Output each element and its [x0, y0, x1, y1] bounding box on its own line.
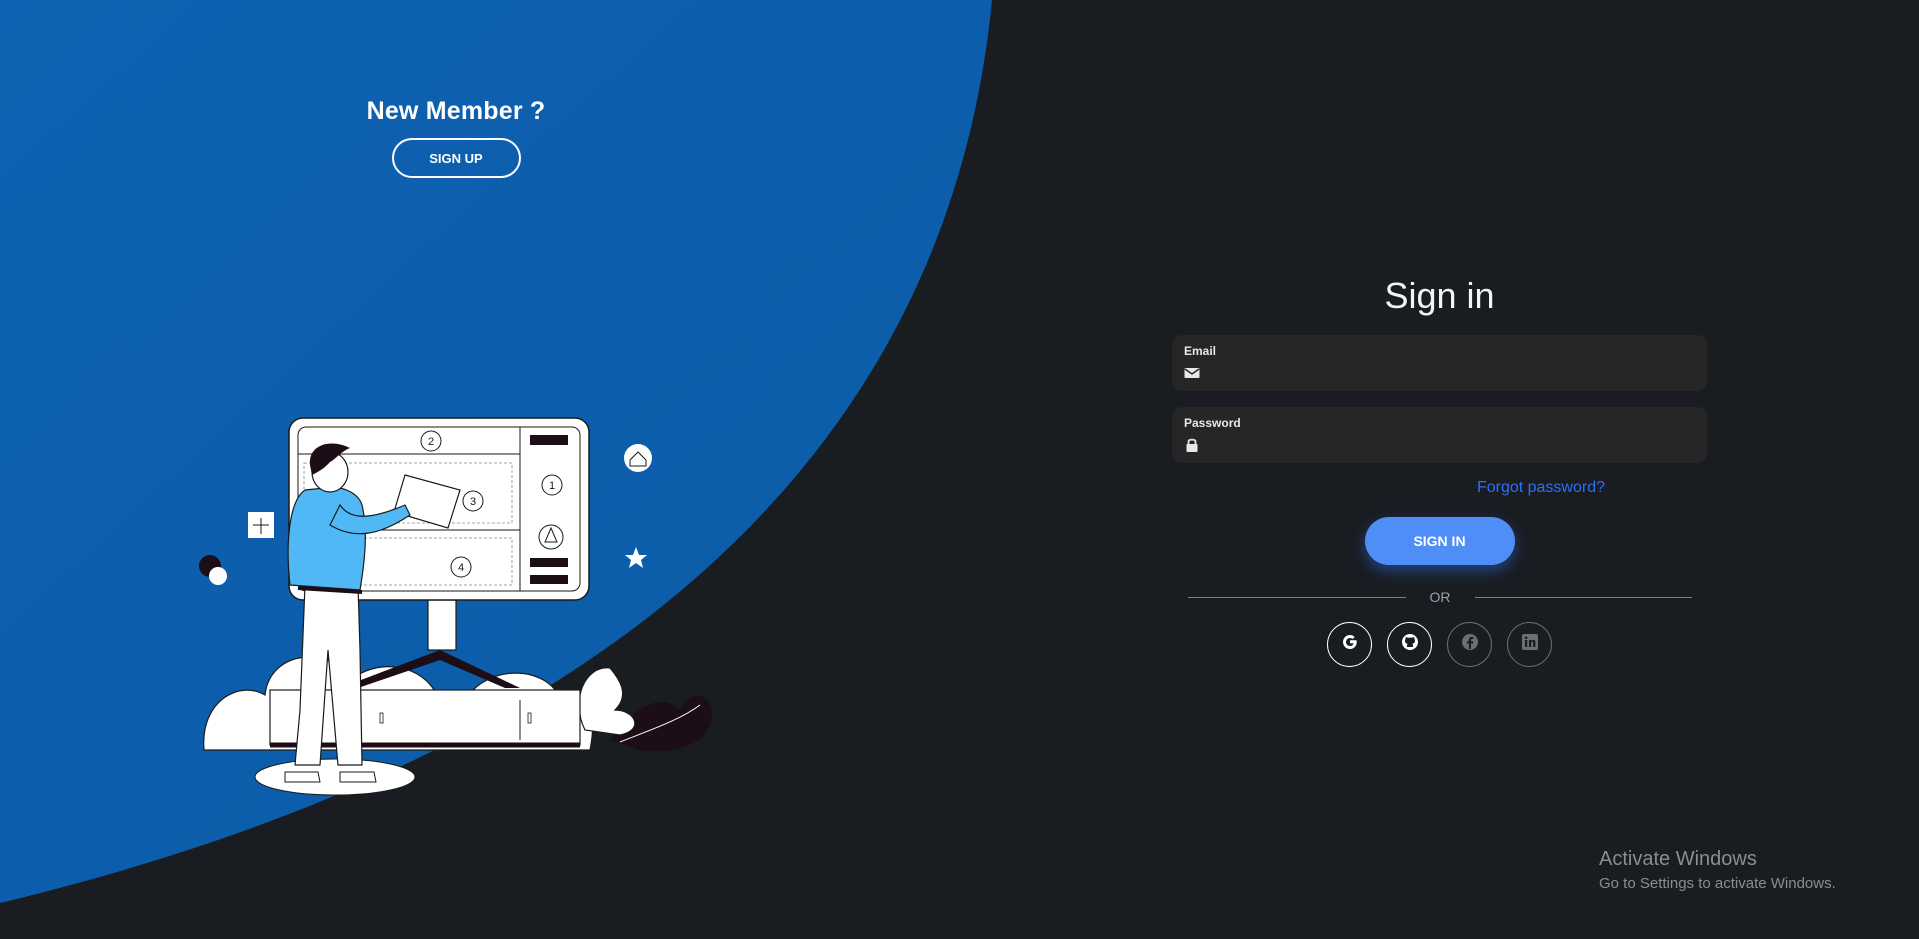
person-shirt-shape [287, 486, 366, 591]
sign-in-title: Sign in [1384, 275, 1495, 316]
github-icon [1400, 632, 1420, 657]
board-number-2: 2 [428, 436, 434, 448]
new-member-panel: New Member ? SIGN UP [300, 97, 612, 178]
new-member-heading: New Member ? [366, 97, 546, 125]
board-base-shape [340, 650, 520, 688]
facebook-login-button[interactable] [1447, 622, 1492, 667]
watermark-subtitle: Go to Settings to activate Windows. [1599, 875, 1836, 892]
google-icon [1340, 632, 1360, 657]
star-icon [625, 547, 647, 568]
password-label: Password [1184, 416, 1241, 430]
linkedin-login-button[interactable] [1507, 622, 1552, 667]
github-login-button[interactable] [1387, 622, 1432, 667]
facebook-icon [1461, 633, 1479, 656]
home-icon-bubble [624, 444, 652, 472]
activate-windows-watermark: Activate Windows Go to Settings to activ… [1599, 848, 1836, 892]
email-field[interactable]: Email [1172, 335, 1707, 391]
envelope-icon [1184, 365, 1200, 381]
person-shadow-shape [254, 758, 416, 796]
password-input[interactable] [1208, 435, 1695, 455]
social-login-group [1172, 622, 1707, 667]
divider-line-right [1474, 596, 1692, 598]
email-label: Email [1184, 344, 1217, 358]
board-number-4: 4 [458, 562, 464, 574]
board-number-3: 3 [470, 496, 476, 508]
or-label: OR [1429, 589, 1451, 605]
or-divider: OR [1188, 589, 1692, 605]
google-login-button[interactable] [1327, 622, 1372, 667]
divider-line-left [1188, 596, 1406, 598]
forgot-password-link[interactable]: Forgot password? [1172, 479, 1605, 497]
sign-up-button[interactable]: SIGN UP [391, 138, 521, 178]
lock-icon [1184, 437, 1200, 453]
watermark-title: Activate Windows [1599, 848, 1757, 870]
linkedin-icon [1521, 634, 1538, 655]
leaf-white-shape [578, 667, 636, 736]
board-number-1: 1 [549, 480, 555, 492]
email-input[interactable] [1208, 363, 1695, 383]
person-with-board-illustration: 2 3 1 4 [199, 417, 713, 796]
password-field[interactable]: Password [1172, 407, 1707, 463]
sign-in-button[interactable]: SIGN IN [1364, 517, 1515, 565]
sign-in-form: Sign in Email Password Forgot password? … [1172, 275, 1707, 667]
